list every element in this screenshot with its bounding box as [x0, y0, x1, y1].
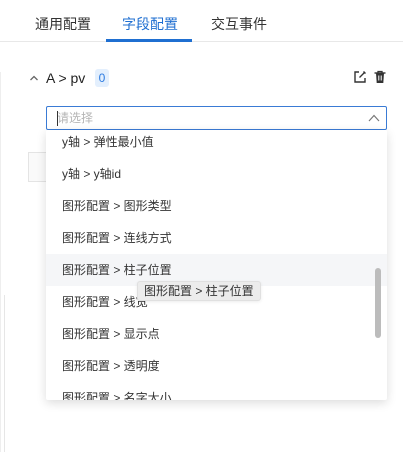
select-dropdown: y轴 > 弹性最小值 y轴 > y轴id 图形配置 > 图形类型 图形配置 > …: [46, 130, 387, 400]
active-tab-indicator: [106, 39, 192, 42]
tab-field-config[interactable]: 字段配置: [122, 14, 178, 34]
panel-divider-inner: [4, 295, 5, 452]
dropdown-option[interactable]: 图形配置 > 透明度: [46, 350, 387, 382]
chevron-up-icon[interactable]: [367, 111, 381, 125]
dropdown-scrollbar[interactable]: [375, 268, 381, 338]
option-tooltip: 图形配置 > 柱子位置: [137, 281, 261, 301]
background-input: [28, 152, 46, 182]
select-placeholder: 请选择: [57, 111, 94, 125]
panel-divider: [0, 72, 1, 452]
field-select[interactable]: 请选择: [46, 106, 387, 130]
dropdown-option[interactable]: 图形配置 > 连线方式: [46, 222, 387, 254]
dropdown-option[interactable]: y轴 > y轴id: [46, 158, 387, 190]
text-caret: [57, 111, 58, 126]
count-badge: 0: [95, 69, 109, 87]
dropdown-option[interactable]: 图形配置 > 名字大小: [46, 382, 387, 400]
trash-icon[interactable]: [372, 69, 388, 85]
dropdown-option[interactable]: y轴 > 弹性最小值: [46, 130, 387, 158]
dropdown-option[interactable]: 图形配置 > 显示点: [46, 318, 387, 350]
tab-general-config[interactable]: 通用配置: [35, 14, 91, 34]
dropdown-option[interactable]: 图形配置 > 图形类型: [46, 190, 387, 222]
tab-interaction-events[interactable]: 交互事件: [211, 14, 267, 34]
edit-icon[interactable]: [352, 69, 368, 85]
field-title: A > pv: [46, 70, 86, 86]
chevron-up-icon[interactable]: [27, 71, 41, 85]
tab-bar: 通用配置 字段配置 交互事件: [0, 0, 403, 42]
field-header: A > pv 0: [0, 60, 403, 96]
